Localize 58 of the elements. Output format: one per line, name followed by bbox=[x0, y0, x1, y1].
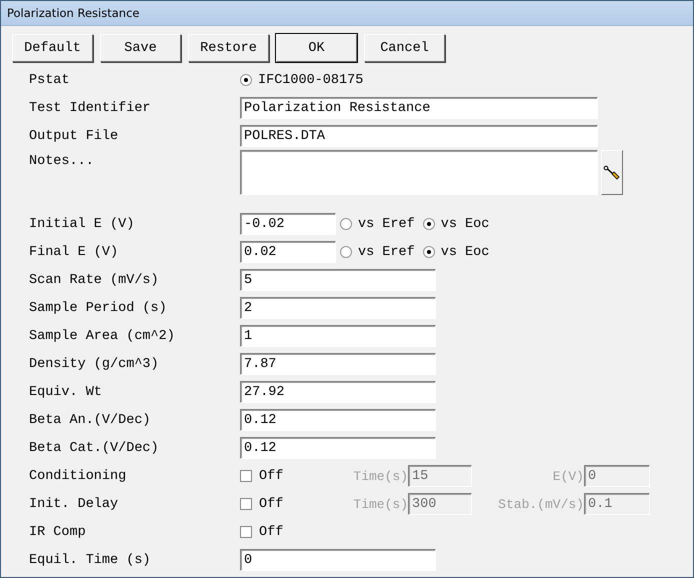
notes-field[interactable] bbox=[240, 150, 598, 195]
edit-button[interactable] bbox=[601, 150, 623, 195]
number-field[interactable]: 27.92 bbox=[240, 381, 436, 403]
field-label: Sample Period (s) bbox=[28, 300, 168, 316]
dialog-button[interactable]: Save bbox=[100, 34, 181, 62]
checkbox-label[interactable]: Off bbox=[259, 524, 284, 540]
radio-label[interactable]: IFC1000-08175 bbox=[258, 72, 364, 88]
param-label: Stab.(mV/s) bbox=[497, 496, 584, 512]
radio-label[interactable]: vs Eoc bbox=[440, 244, 490, 260]
number-field[interactable]: -0.02 bbox=[240, 213, 336, 235]
param-label: Time(s) bbox=[352, 496, 408, 512]
field-label: Pstat bbox=[28, 72, 71, 88]
field-label: Equil. Time (s) bbox=[28, 552, 152, 568]
field-label: Initial E (V) bbox=[28, 216, 136, 232]
field-label: Conditioning bbox=[28, 468, 128, 484]
number-field[interactable]: 2 bbox=[240, 297, 436, 319]
checkbox-label[interactable]: Off bbox=[259, 496, 284, 512]
dialog-button[interactable]: Cancel bbox=[364, 34, 445, 62]
number-field[interactable]: 1 bbox=[240, 325, 436, 347]
dialog-button[interactable]: Restore bbox=[188, 34, 269, 62]
field-label: Beta Cat.(V/Dec) bbox=[28, 440, 160, 456]
number-field[interactable]: 5 bbox=[240, 269, 436, 291]
field-label: Test Identifier bbox=[28, 100, 152, 116]
field-label: Notes... bbox=[28, 154, 95, 169]
field-label: Beta An.(V/Dec) bbox=[28, 412, 152, 428]
field-label: IR Comp bbox=[28, 524, 87, 540]
checkbox-label[interactable]: Off bbox=[259, 468, 284, 484]
number-field[interactable]: 0 bbox=[240, 549, 436, 571]
radio-button[interactable] bbox=[422, 246, 435, 258]
radio-button[interactable] bbox=[240, 74, 252, 86]
radio-button[interactable] bbox=[340, 246, 352, 258]
field-label: Init. Delay bbox=[28, 496, 120, 512]
field-label: Equiv. Wt bbox=[28, 384, 103, 400]
checkbox[interactable] bbox=[240, 526, 252, 538]
field-label: Final E (V) bbox=[28, 244, 120, 260]
radio-button[interactable] bbox=[422, 218, 435, 230]
param-label: Time(s) bbox=[352, 468, 408, 484]
text-field[interactable]: Polarization Resistance bbox=[240, 97, 598, 119]
number-field[interactable]: 0.02 bbox=[240, 241, 336, 263]
radio-label[interactable]: vs Eref bbox=[358, 216, 415, 232]
radio-label[interactable]: vs Eref bbox=[358, 244, 415, 260]
field-label: Output File bbox=[28, 128, 120, 144]
radio-label[interactable]: vs Eoc bbox=[440, 216, 490, 232]
number-field[interactable]: 0.12 bbox=[240, 437, 436, 459]
param-label: E(V) bbox=[552, 468, 584, 484]
checkbox[interactable] bbox=[240, 498, 252, 510]
checkbox[interactable] bbox=[240, 470, 252, 482]
field-label: Sample Area (cm^2) bbox=[28, 328, 176, 344]
window-title: Polarization Resistance bbox=[7, 6, 140, 20]
screwdriver-icon bbox=[603, 164, 621, 182]
number-field[interactable]: 7.87 bbox=[240, 353, 436, 375]
number-field[interactable]: 0.12 bbox=[240, 409, 436, 431]
dialog-button[interactable]: OK bbox=[276, 34, 357, 62]
text-field[interactable]: POLRES.DTA bbox=[240, 125, 598, 147]
field-label: Density (g/cm^3) bbox=[28, 356, 160, 372]
dialog-button[interactable]: Default bbox=[12, 34, 93, 62]
field-label: Scan Rate (mV/s) bbox=[28, 272, 160, 288]
radio-button[interactable] bbox=[340, 218, 352, 230]
